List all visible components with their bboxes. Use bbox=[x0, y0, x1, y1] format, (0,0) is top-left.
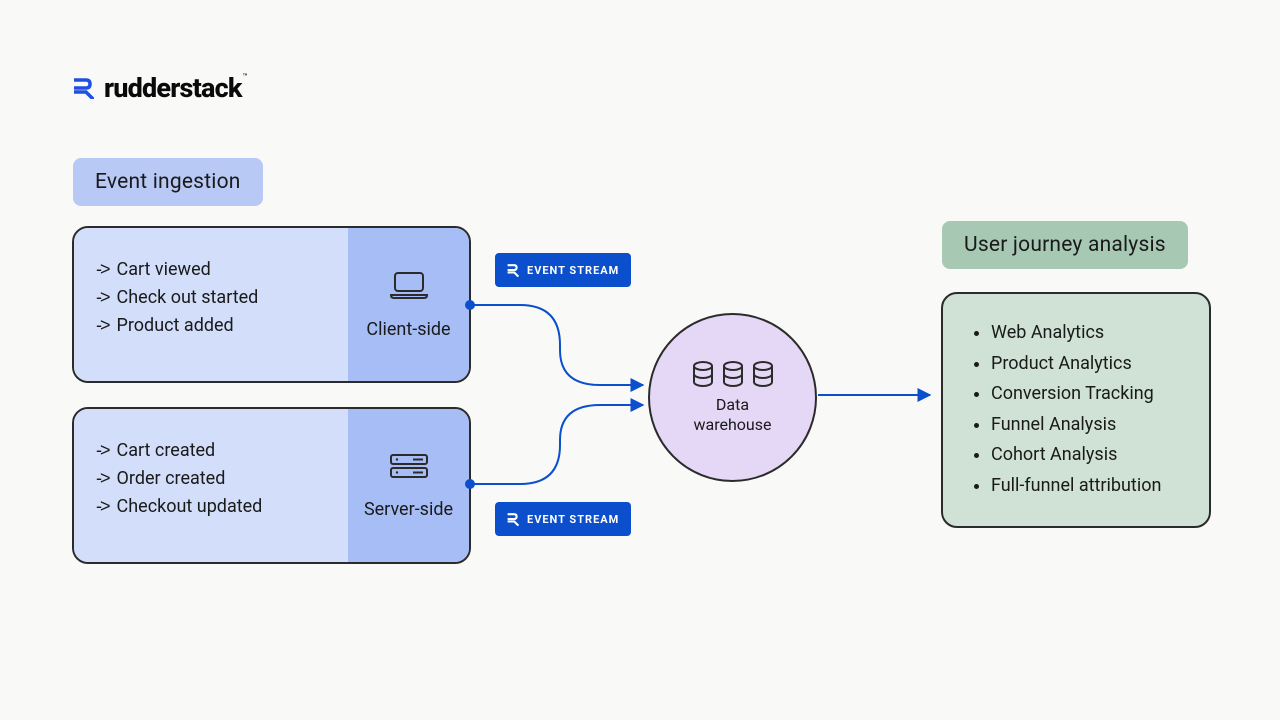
analysis-box: Web Analytics Product Analytics Conversi… bbox=[941, 292, 1211, 528]
list-item: Conversion Tracking bbox=[991, 379, 1181, 410]
data-warehouse-node: Datawarehouse bbox=[648, 313, 817, 482]
rudderstack-mark-icon bbox=[507, 263, 519, 277]
connector-dot bbox=[465, 300, 475, 310]
server-side-box: ->Cart created ->Order created ->Checkou… bbox=[72, 407, 471, 564]
event-label: Order created bbox=[117, 465, 226, 493]
client-side-panel: Client-side bbox=[348, 228, 469, 381]
laptop-icon bbox=[387, 270, 431, 305]
client-events-list: ->Cart viewed ->Check out started ->Prod… bbox=[74, 228, 348, 381]
event-stream-pill-bottom: EVENT STREAM bbox=[495, 502, 631, 536]
user-journey-analysis-badge: User journey analysis bbox=[942, 221, 1188, 269]
client-side-label: Client-side bbox=[366, 319, 450, 340]
event-stream-pill-top: EVENT STREAM bbox=[495, 253, 631, 287]
event-label: Check out started bbox=[117, 284, 259, 312]
event-label: Cart created bbox=[117, 437, 216, 465]
rudderstack-mark-icon bbox=[74, 77, 94, 99]
server-side-label: Server-side bbox=[364, 499, 453, 520]
event-stream-label: EVENT STREAM bbox=[527, 264, 619, 277]
list-item: Full-funnel attribution bbox=[991, 471, 1181, 502]
server-events-list: ->Cart created ->Order created ->Checkou… bbox=[74, 409, 348, 562]
server-icon bbox=[387, 452, 431, 485]
list-item: Funnel Analysis bbox=[991, 410, 1181, 441]
list-item: Web Analytics bbox=[991, 318, 1181, 349]
rudderstack-mark-icon bbox=[507, 512, 519, 526]
server-side-panel: Server-side bbox=[348, 409, 469, 562]
connector-dot bbox=[465, 479, 475, 489]
event-stream-label: EVENT STREAM bbox=[527, 513, 619, 526]
event-label: Cart viewed bbox=[117, 256, 211, 284]
event-label: Checkout updated bbox=[117, 493, 263, 521]
event-label: Product added bbox=[117, 312, 234, 340]
rudderstack-logo: rudderstack™ bbox=[74, 72, 247, 104]
event-ingestion-badge: Event ingestion bbox=[73, 158, 263, 206]
database-icon-row bbox=[691, 361, 775, 387]
analysis-list: Web Analytics Product Analytics Conversi… bbox=[971, 318, 1181, 502]
data-warehouse-label: Datawarehouse bbox=[694, 395, 772, 433]
list-item: Cohort Analysis bbox=[991, 440, 1181, 471]
rudderstack-wordmark: rudderstack™ bbox=[104, 72, 247, 104]
list-item: Product Analytics bbox=[991, 349, 1181, 380]
client-side-box: ->Cart viewed ->Check out started ->Prod… bbox=[72, 226, 471, 383]
